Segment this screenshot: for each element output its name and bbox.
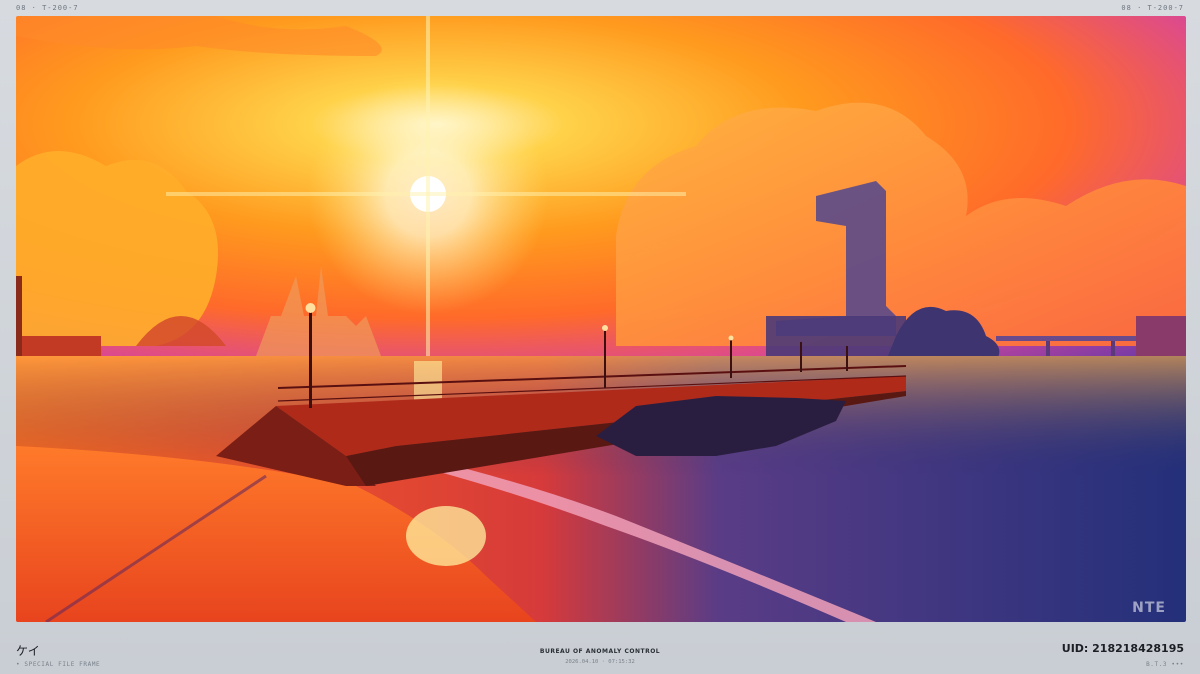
bureau-title: BUREAU OF ANOMALY CONTROL: [539, 648, 661, 655]
top-meta-right: 08 · T-200-7: [1121, 4, 1184, 12]
uid-label: UID: 218218428195: [1061, 642, 1184, 655]
footer-bar: ケイ • SPECIAL FILE FRAME BUREAU OF ANOMAL…: [0, 624, 1200, 674]
version-label: B.T.3 •••: [1146, 661, 1184, 668]
top-meta-left: 08 · T-200-7: [16, 4, 79, 12]
sunset-seascape-illustration: [16, 16, 1186, 622]
photo-frame: 08 · T-200-7 08 · T-200-7 NTE ケイ • SPECI…: [0, 0, 1200, 674]
timestamp: 2026.04.10 · 07:15:32: [565, 659, 635, 665]
nte-watermark: NTE: [1132, 600, 1166, 616]
screenshot-photo: NTE: [16, 16, 1186, 622]
